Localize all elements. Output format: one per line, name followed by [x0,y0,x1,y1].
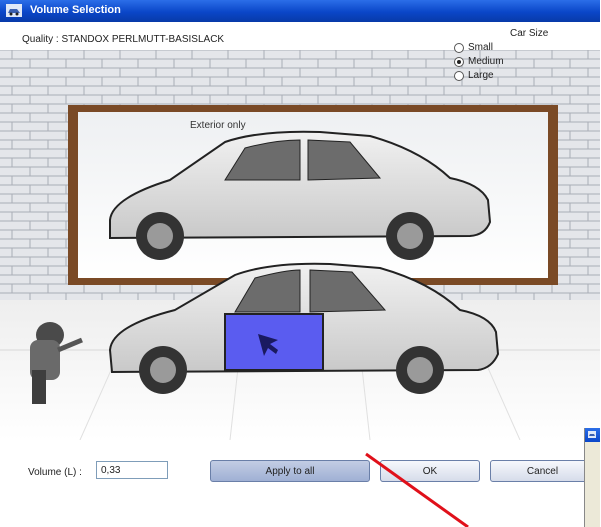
volume-selection-window: Volume Selection Quality: STANDOX PERLM… [0,0,600,527]
car-scene [0,50,600,440]
bottom-panel [0,440,600,527]
quality-label: Quality : STANDOX PERLMUTT-BASISLACK [22,34,225,45]
radio-large-label: Large [468,70,494,81]
radio-small-label: Small [468,42,494,53]
radio-large-indicator[interactable] [454,70,464,81]
radio-small[interactable]: Small [454,42,493,53]
apply-to-all-button[interactable]: Apply to all [210,460,370,482]
car-size-legend: Car Size [510,28,549,39]
car-window-icon [6,4,22,17]
volume-input[interactable] [96,461,168,479]
exterior-only-label: Exterior only [190,120,246,131]
window-title: Volume Selection [30,4,121,16]
ok-button[interactable]: OK [380,460,480,482]
car-size-group: Car Size Small Medium Large [440,28,600,98]
radio-medium[interactable]: Medium [454,56,504,67]
volume-label: Volume (L) : [28,467,82,478]
radio-large[interactable]: Large [454,70,494,81]
title-bar[interactable]: Volume Selection [0,0,600,22]
radio-medium-indicator[interactable] [454,56,464,67]
radio-medium-label: Medium [468,56,504,67]
car-window-icon [588,431,596,438]
second-window-titlebar[interactable] [585,428,600,442]
cancel-button[interactable]: Cancel [490,460,595,482]
second-window-edge [584,428,600,527]
radio-small-indicator[interactable] [454,42,464,53]
